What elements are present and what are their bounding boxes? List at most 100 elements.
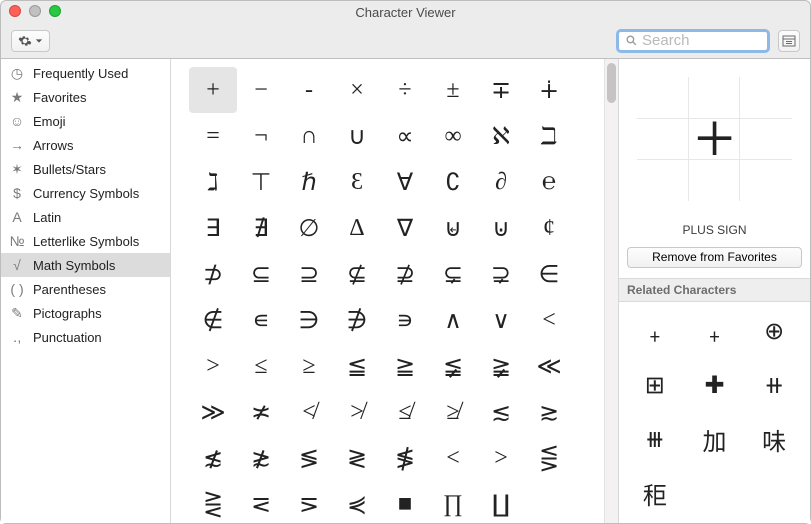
- character-cell[interactable]: ≫: [189, 389, 237, 435]
- character-cell[interactable]: ⊍: [477, 205, 525, 251]
- character-cell[interactable]: ≰: [381, 389, 429, 435]
- related-character-cell[interactable]: ﹢: [631, 308, 679, 356]
- character-cell[interactable]: ≥: [285, 343, 333, 389]
- character-cell[interactable]: ≸: [381, 435, 429, 481]
- character-cell[interactable]: <: [429, 435, 477, 481]
- sidebar-item-pictographs[interactable]: ✎Pictographs: [1, 301, 170, 325]
- character-cell[interactable]: ⊋: [477, 251, 525, 297]
- character-cell[interactable]: ∅: [285, 205, 333, 251]
- character-cell[interactable]: ∪: [333, 113, 381, 159]
- character-cell[interactable]: ×: [333, 67, 381, 113]
- character-cell[interactable]: ∓: [477, 67, 525, 113]
- related-character-cell[interactable]: ✚: [691, 362, 739, 410]
- character-cell[interactable]: ⊌: [429, 205, 477, 251]
- search-field[interactable]: [616, 29, 770, 53]
- character-cell[interactable]: =: [189, 113, 237, 159]
- character-cell[interactable]: ⊤: [237, 159, 285, 205]
- character-cell[interactable]: ≷: [333, 435, 381, 481]
- character-cell[interactable]: ≧: [381, 343, 429, 389]
- remove-from-favorites-button[interactable]: Remove from Favorites: [627, 247, 802, 268]
- character-cell[interactable]: ∃: [189, 205, 237, 251]
- character-cell[interactable]: ≶: [285, 435, 333, 481]
- related-character-cell[interactable]: ⧺: [750, 362, 798, 410]
- close-window-button[interactable]: [9, 5, 21, 17]
- character-cell[interactable]: ⋞: [333, 481, 381, 523]
- sidebar-item-letterlike-symbols[interactable]: №Letterlike Symbols: [1, 229, 170, 253]
- sidebar-item-arrows[interactable]: →Arrows: [1, 133, 170, 157]
- sidebar-item-punctuation[interactable]: ․,Punctuation: [1, 325, 170, 349]
- character-cell[interactable]: ≯: [333, 389, 381, 435]
- character-cell[interactable]: ℶ: [525, 113, 573, 159]
- character-cell[interactable]: ∨: [477, 297, 525, 343]
- character-cell[interactable]: ≨: [429, 343, 477, 389]
- minimize-window-button[interactable]: [29, 5, 41, 17]
- related-character-cell[interactable]: 秬: [631, 470, 679, 518]
- character-cell[interactable]: ≦: [333, 343, 381, 389]
- character-cell[interactable]: ≴: [189, 435, 237, 481]
- character-cell[interactable]: ±: [429, 67, 477, 113]
- character-cell[interactable]: ∄: [237, 205, 285, 251]
- character-cell[interactable]: -: [285, 67, 333, 113]
- character-cell[interactable]: ■: [381, 481, 429, 523]
- character-cell[interactable]: ∆: [333, 205, 381, 251]
- sidebar-item-bullets-stars[interactable]: ✶Bullets/Stars: [1, 157, 170, 181]
- character-cell[interactable]: ∁: [429, 159, 477, 205]
- character-cell[interactable]: ≤: [237, 343, 285, 389]
- character-cell[interactable]: ⊈: [333, 251, 381, 297]
- sidebar-item-parentheses[interactable]: ( )Parentheses: [1, 277, 170, 301]
- character-cell[interactable]: ⋛: [189, 481, 237, 523]
- character-cell[interactable]: ℏ: [285, 159, 333, 205]
- character-cell[interactable]: ÷: [381, 67, 429, 113]
- character-cell[interactable]: ≱: [429, 389, 477, 435]
- character-cell[interactable]: ⋝: [285, 481, 333, 523]
- character-cell[interactable]: ∍: [381, 297, 429, 343]
- character-cell[interactable]: ∩: [285, 113, 333, 159]
- character-cell[interactable]: >: [189, 343, 237, 389]
- sidebar-item-latin[interactable]: ALatin: [1, 205, 170, 229]
- related-character-cell[interactable]: ﹢: [691, 308, 739, 356]
- related-character-cell[interactable]: 加: [691, 416, 739, 464]
- character-cell[interactable]: ∂: [477, 159, 525, 205]
- grid-scroll[interactable]: +−-×÷±∓∔=¬∩∪∝∞ℵℶℷ⊤ℏƐ∀∁∂℮∃∄∅∆∇⊌⊍¢⊅⊆⊇⊈⊉⊊⊋∈…: [171, 59, 604, 523]
- sidebar-item-currency-symbols[interactable]: $Currency Symbols: [1, 181, 170, 205]
- character-cell[interactable]: [525, 481, 573, 523]
- character-cell[interactable]: ∏: [429, 481, 477, 523]
- character-cell[interactable]: ≲: [477, 389, 525, 435]
- character-cell[interactable]: ⊇: [285, 251, 333, 297]
- character-cell[interactable]: ∋: [285, 297, 333, 343]
- related-character-cell[interactable]: ⊕: [750, 308, 798, 356]
- sidebar-item-emoji[interactable]: ☺Emoji: [1, 109, 170, 133]
- character-cell[interactable]: ≵: [237, 435, 285, 481]
- character-cell[interactable]: ∝: [381, 113, 429, 159]
- character-cell[interactable]: ⋜: [237, 481, 285, 523]
- character-cell[interactable]: ⊅: [189, 251, 237, 297]
- character-cell[interactable]: ∇: [381, 205, 429, 251]
- character-cell[interactable]: ∈: [525, 251, 573, 297]
- character-cell[interactable]: ¬: [237, 113, 285, 159]
- character-cell[interactable]: ≩: [477, 343, 525, 389]
- character-cell[interactable]: −: [237, 67, 285, 113]
- character-cell[interactable]: ¢: [525, 205, 573, 251]
- character-cell[interactable]: >: [477, 435, 525, 481]
- collapse-panel-button[interactable]: [778, 30, 800, 52]
- character-cell[interactable]: +: [189, 67, 237, 113]
- character-cell[interactable]: ∌: [333, 297, 381, 343]
- character-cell[interactable]: ∧: [429, 297, 477, 343]
- character-cell[interactable]: ∊: [237, 297, 285, 343]
- related-character-cell[interactable]: 味: [750, 416, 798, 464]
- maximize-window-button[interactable]: [49, 5, 61, 17]
- character-cell[interactable]: ∉: [189, 297, 237, 343]
- character-cell[interactable]: ≭: [237, 389, 285, 435]
- action-menu-button[interactable]: [11, 30, 50, 52]
- character-cell[interactable]: ≳: [525, 389, 573, 435]
- character-cell[interactable]: <: [525, 297, 573, 343]
- character-cell[interactable]: ℷ: [189, 159, 237, 205]
- character-cell[interactable]: ∀: [381, 159, 429, 205]
- search-input[interactable]: [642, 33, 761, 48]
- character-cell[interactable]: ∐: [477, 481, 525, 523]
- character-cell[interactable]: ∞: [429, 113, 477, 159]
- related-character-cell[interactable]: ⧻: [631, 416, 679, 464]
- character-cell[interactable]: ⋚: [525, 435, 573, 481]
- scrollbar-thumb[interactable]: [607, 63, 616, 103]
- sidebar-item-math-symbols[interactable]: √Math Symbols: [1, 253, 170, 277]
